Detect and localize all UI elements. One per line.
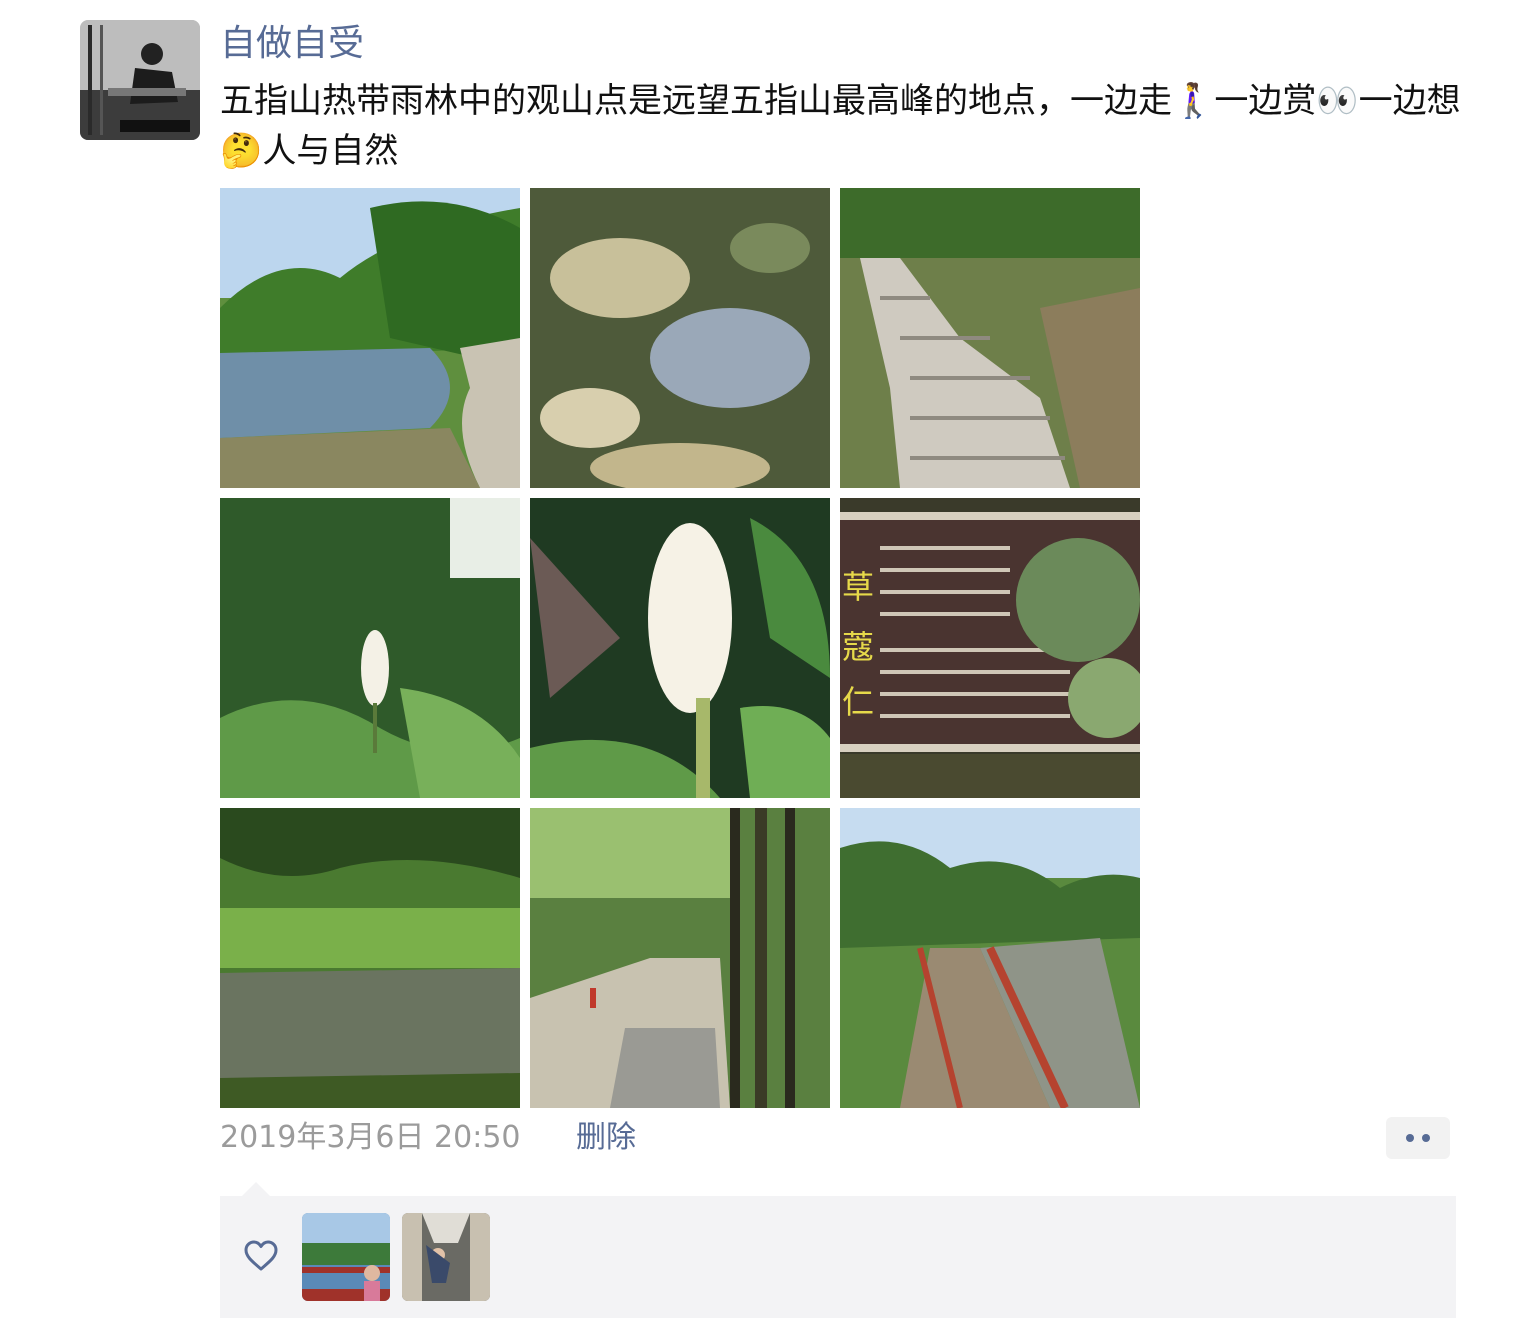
post-text: 五指山热带雨林中的观山点是远望五指山最高峰的地点，一边走🚶‍♀️一边赏👀一边想🤔… xyxy=(220,81,1461,171)
liker-avatar-2[interactable] xyxy=(402,1213,490,1301)
heart-outline-icon xyxy=(244,1240,278,1272)
post-photo-2[interactable] xyxy=(530,188,830,488)
post-photo-4[interactable] xyxy=(220,498,520,798)
post-photo-9[interactable] xyxy=(840,808,1140,1108)
post-photo-6[interactable]: 草 蔻 仁 xyxy=(840,498,1140,798)
post-photo-3[interactable] xyxy=(840,188,1140,488)
liker-avatar-1[interactable] xyxy=(302,1213,390,1301)
author-avatar[interactable] xyxy=(80,20,200,140)
post-photo-7[interactable] xyxy=(220,808,520,1108)
svg-text:仁: 仁 xyxy=(842,683,874,721)
svg-text:草: 草 xyxy=(842,568,874,606)
likes-panel-caret xyxy=(242,1182,270,1196)
svg-text:蔻: 蔻 xyxy=(842,628,874,666)
post-timestamp: 2019年3月6日 20:50 xyxy=(220,1120,521,1155)
dot-icon xyxy=(1406,1134,1414,1142)
dot-icon xyxy=(1422,1134,1430,1142)
post-photo-1[interactable] xyxy=(220,188,520,488)
more-options-button[interactable] xyxy=(1386,1117,1450,1159)
delete-post-link[interactable]: 删除 xyxy=(576,1116,636,1160)
author-name[interactable]: 自做自受 xyxy=(220,18,364,70)
post-photo-5[interactable] xyxy=(530,498,830,798)
post-photo-8[interactable] xyxy=(530,808,830,1108)
